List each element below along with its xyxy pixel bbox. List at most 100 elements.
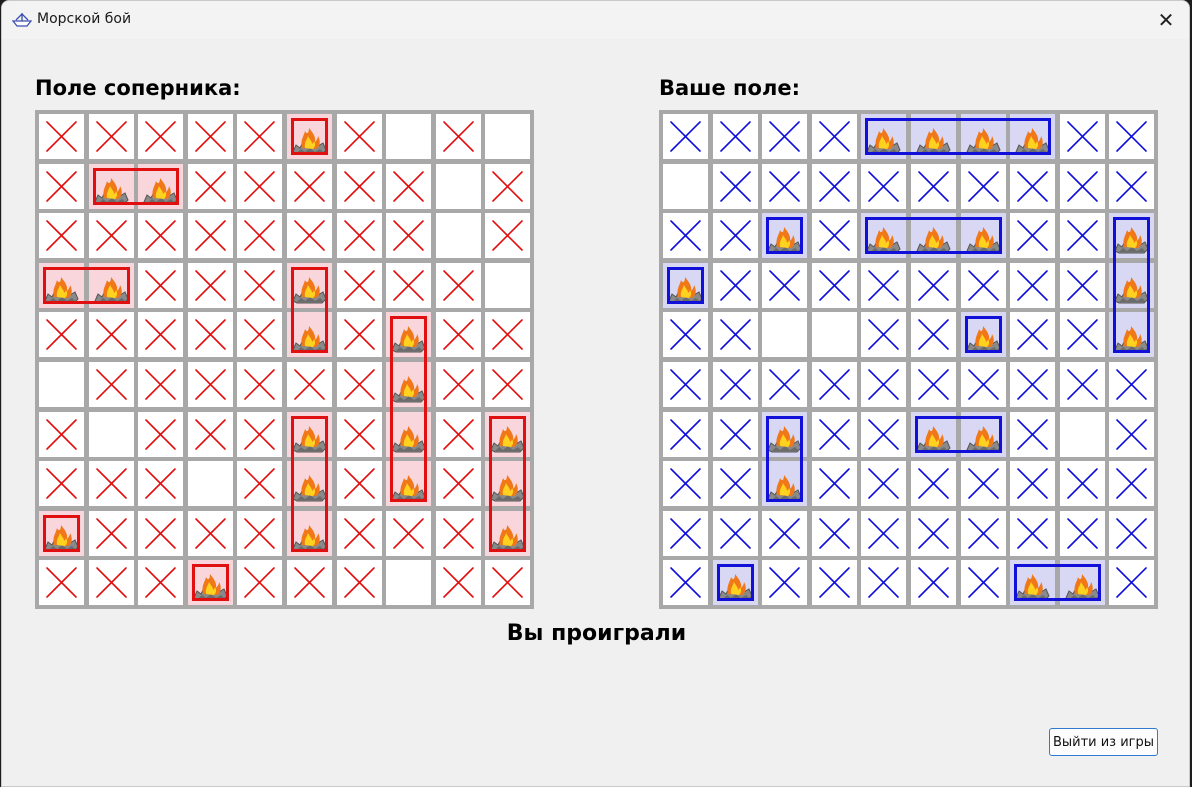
player-cell-miss[interactable] xyxy=(762,560,808,606)
player-cell-hit[interactable] xyxy=(960,213,1006,259)
opponent-cell-miss[interactable] xyxy=(485,163,531,209)
opponent-cell-miss[interactable] xyxy=(435,362,481,407)
player-cell-hit[interactable] xyxy=(1059,560,1105,606)
opponent-cell-miss[interactable] xyxy=(287,362,332,407)
player-cell-miss[interactable] xyxy=(762,510,808,556)
player-cell-miss[interactable] xyxy=(1059,262,1105,308)
opponent-cell-miss[interactable] xyxy=(138,312,184,358)
opponent-cell-hit[interactable] xyxy=(287,262,332,308)
player-cell-miss[interactable] xyxy=(811,411,857,457)
player-cell-miss[interactable] xyxy=(911,461,956,507)
opponent-cell-miss[interactable] xyxy=(88,362,134,407)
player-cell-miss[interactable] xyxy=(712,461,758,507)
opponent-cell-miss[interactable] xyxy=(485,312,531,358)
opponent-cell-miss[interactable] xyxy=(88,312,134,358)
player-cell-miss[interactable] xyxy=(1010,163,1056,209)
player-cell-miss[interactable] xyxy=(712,312,758,358)
opponent-cell-miss[interactable] xyxy=(187,411,233,457)
opponent-cell-miss[interactable] xyxy=(287,213,332,259)
player-cell-hit[interactable] xyxy=(1109,213,1155,259)
player-cell-miss[interactable] xyxy=(1010,262,1056,308)
player-cell-miss[interactable] xyxy=(663,114,708,159)
opponent-cell-hit[interactable] xyxy=(39,262,84,308)
player-cell-miss[interactable] xyxy=(811,213,857,259)
opponent-cell-miss[interactable] xyxy=(336,163,382,209)
player-cell-miss[interactable] xyxy=(663,510,708,556)
opponent-cell-miss[interactable] xyxy=(237,411,283,457)
player-cell-miss[interactable] xyxy=(960,362,1006,407)
opponent-cell-miss[interactable] xyxy=(336,213,382,259)
player-cell-empty[interactable] xyxy=(762,312,808,358)
player-cell-miss[interactable] xyxy=(861,510,907,556)
opponent-cell-miss[interactable] xyxy=(237,510,283,556)
opponent-cell-miss[interactable] xyxy=(237,163,283,209)
player-cell-miss[interactable] xyxy=(861,163,907,209)
player-cell-miss[interactable] xyxy=(712,213,758,259)
player-cell-miss[interactable] xyxy=(1059,114,1105,159)
opponent-cell-miss[interactable] xyxy=(386,213,432,259)
player-cell-miss[interactable] xyxy=(861,362,907,407)
player-cell-hit[interactable] xyxy=(911,114,956,159)
opponent-cell-miss[interactable] xyxy=(39,163,84,209)
player-cell-miss[interactable] xyxy=(960,262,1006,308)
player-cell-miss[interactable] xyxy=(1010,213,1056,259)
opponent-cell-miss[interactable] xyxy=(88,510,134,556)
opponent-cell-miss[interactable] xyxy=(237,262,283,308)
opponent-cell-empty[interactable] xyxy=(386,560,432,606)
opponent-cell-miss[interactable] xyxy=(187,114,233,159)
opponent-cell-miss[interactable] xyxy=(138,114,184,159)
opponent-cell-hit[interactable] xyxy=(485,510,531,556)
opponent-cell-miss[interactable] xyxy=(138,510,184,556)
player-cell-miss[interactable] xyxy=(1059,312,1105,358)
opponent-cell-empty[interactable] xyxy=(39,362,84,407)
opponent-cell-miss[interactable] xyxy=(336,510,382,556)
player-cell-miss[interactable] xyxy=(1059,461,1105,507)
opponent-cell-miss[interactable] xyxy=(138,362,184,407)
player-cell-hit[interactable] xyxy=(1109,312,1155,358)
player-cell-miss[interactable] xyxy=(712,510,758,556)
opponent-cell-miss[interactable] xyxy=(39,560,84,606)
player-cell-miss[interactable] xyxy=(811,362,857,407)
opponent-cell-hit[interactable] xyxy=(386,312,432,358)
player-cell-hit[interactable] xyxy=(960,411,1006,457)
opponent-cell-hit[interactable] xyxy=(88,163,134,209)
player-cell-miss[interactable] xyxy=(1109,362,1155,407)
opponent-cell-miss[interactable] xyxy=(88,560,134,606)
player-cell-miss[interactable] xyxy=(911,560,956,606)
opponent-cell-miss[interactable] xyxy=(485,560,531,606)
opponent-cell-miss[interactable] xyxy=(485,213,531,259)
player-cell-miss[interactable] xyxy=(712,262,758,308)
opponent-cell-miss[interactable] xyxy=(39,114,84,159)
player-cell-miss[interactable] xyxy=(811,510,857,556)
opponent-cell-miss[interactable] xyxy=(39,213,84,259)
opponent-cell-miss[interactable] xyxy=(39,411,84,457)
player-cell-hit[interactable] xyxy=(762,411,808,457)
player-cell-miss[interactable] xyxy=(811,163,857,209)
opponent-cell-miss[interactable] xyxy=(485,362,531,407)
opponent-cell-miss[interactable] xyxy=(237,114,283,159)
player-cell-miss[interactable] xyxy=(1010,411,1056,457)
opponent-cell-miss[interactable] xyxy=(237,213,283,259)
player-cell-miss[interactable] xyxy=(1109,510,1155,556)
player-cell-miss[interactable] xyxy=(712,362,758,407)
player-cell-hit[interactable] xyxy=(911,213,956,259)
opponent-cell-miss[interactable] xyxy=(187,163,233,209)
player-cell-miss[interactable] xyxy=(663,461,708,507)
player-cell-miss[interactable] xyxy=(1059,362,1105,407)
player-cell-hit[interactable] xyxy=(1109,262,1155,308)
player-cell-miss[interactable] xyxy=(811,461,857,507)
player-cell-miss[interactable] xyxy=(712,411,758,457)
player-cell-hit[interactable] xyxy=(762,461,808,507)
opponent-cell-hit[interactable] xyxy=(287,114,332,159)
player-cell-empty[interactable] xyxy=(1059,411,1105,457)
player-cell-miss[interactable] xyxy=(762,262,808,308)
opponent-cell-empty[interactable] xyxy=(435,213,481,259)
opponent-cell-hit[interactable] xyxy=(287,411,332,457)
player-cell-hit[interactable] xyxy=(1010,114,1056,159)
player-cell-miss[interactable] xyxy=(663,411,708,457)
player-cell-miss[interactable] xyxy=(1109,560,1155,606)
player-cell-miss[interactable] xyxy=(762,362,808,407)
player-cell-miss[interactable] xyxy=(1010,312,1056,358)
opponent-cell-hit[interactable] xyxy=(386,362,432,407)
player-cell-miss[interactable] xyxy=(861,312,907,358)
